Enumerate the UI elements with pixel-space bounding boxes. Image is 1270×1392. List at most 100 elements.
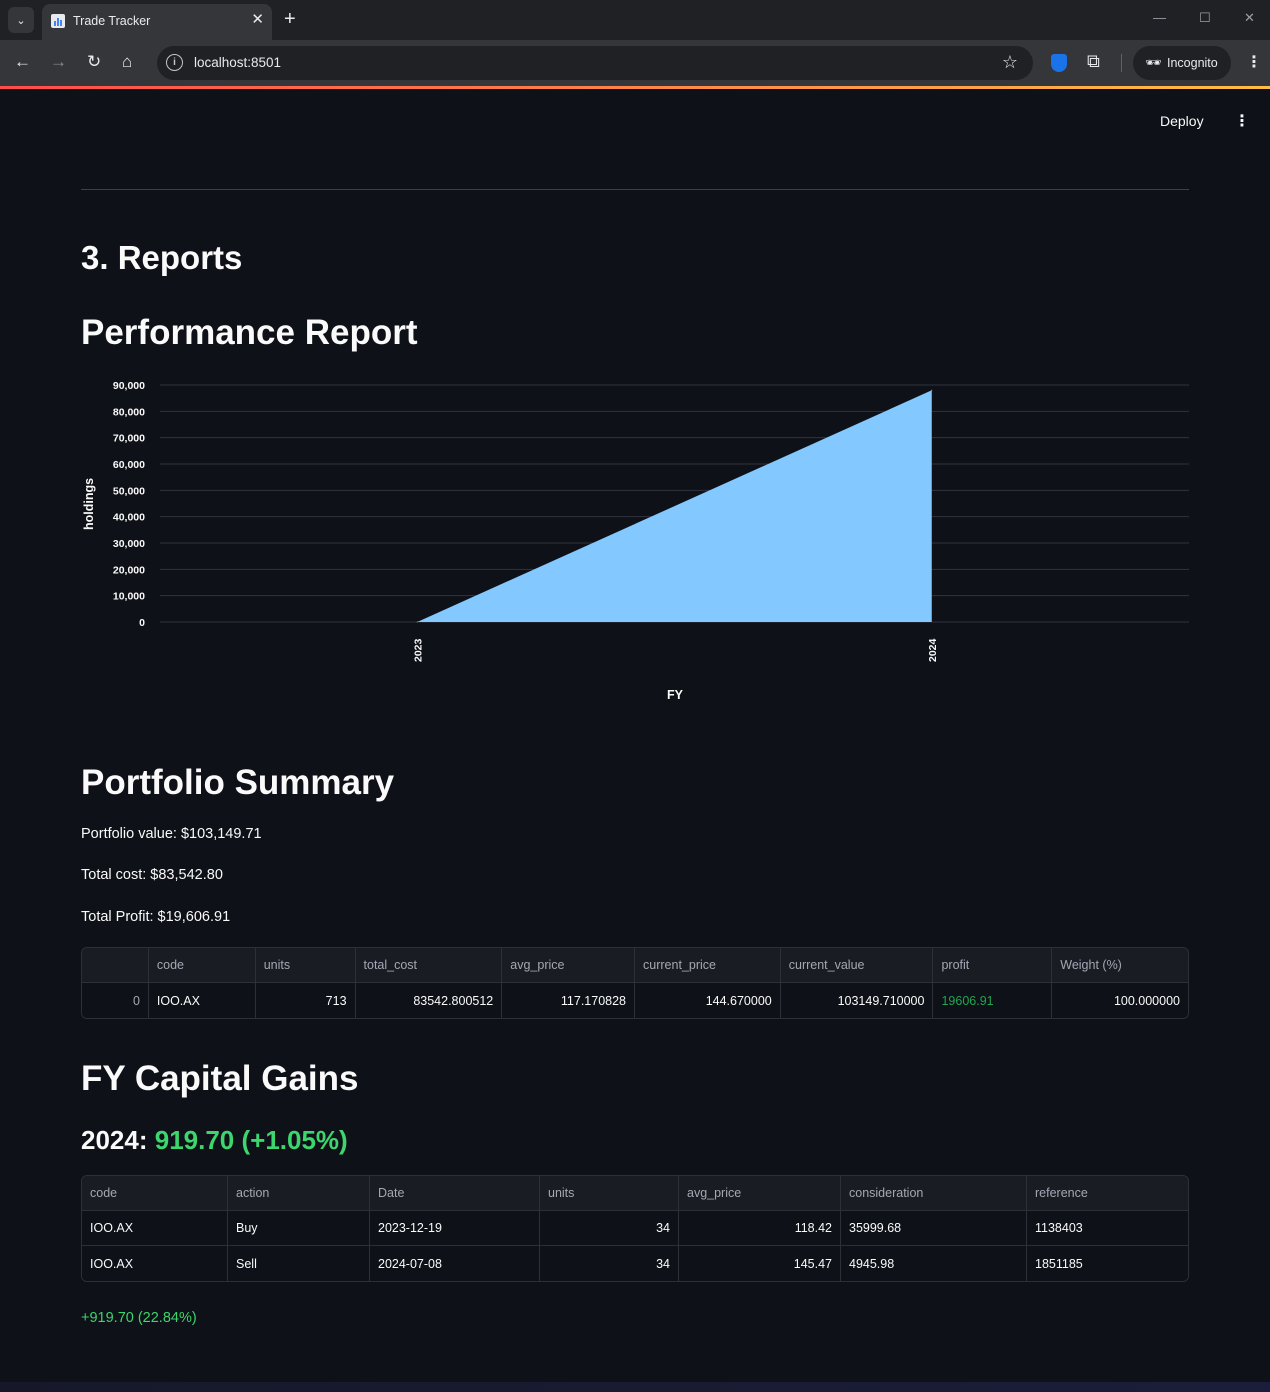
header-total-cost[interactable]: total_cost	[356, 948, 503, 982]
forward-icon[interactable]: →	[50, 53, 67, 71]
close-tab-icon[interactable]: ✕	[251, 12, 264, 28]
performance-chart[interactable]: 0 10,000 20,000 30,000 40,000 50,000 60,000 70,…	[78, 367, 1193, 707]
cell-total-cost[interactable]: 83542.800512	[356, 983, 503, 1018]
cell-avg-price[interactable]: 145.47	[679, 1246, 841, 1281]
cell-units[interactable]: 713	[256, 983, 356, 1018]
cell-code[interactable]: IOO.AX	[82, 1211, 228, 1245]
y-tick-label: 50,000	[113, 485, 145, 497]
extension-shield-icon[interactable]	[1051, 54, 1067, 72]
x-tick-label: 2023	[412, 638, 424, 662]
header-consideration[interactable]: consideration	[841, 1176, 1027, 1210]
header-units[interactable]: units	[256, 948, 356, 982]
close-window-icon[interactable]: ✕	[1244, 10, 1255, 26]
toolbar-separator	[1121, 54, 1122, 72]
cell-profit[interactable]: 19606.91	[933, 983, 1053, 1018]
y-tick-label: 10,000	[113, 591, 145, 603]
y-tick-label: 80,000	[113, 406, 145, 418]
browser-menu-icon[interactable]: ⋮	[1246, 52, 1262, 72]
data-point	[416, 621, 418, 623]
app-menu-icon[interactable]: ⋮	[1234, 111, 1250, 131]
extensions-puzzle-icon[interactable]: ⧉	[1087, 51, 1100, 72]
cell-consideration[interactable]: 35999.68	[841, 1211, 1027, 1245]
total-cost-text: Total cost: $83,542.80	[81, 867, 223, 883]
table-header-row: code units total_cost avg_price current_…	[82, 948, 1188, 983]
maximize-icon[interactable]: ☐	[1199, 10, 1211, 26]
x-axis-label: FY	[667, 688, 684, 702]
incognito-icon: 🕶	[1145, 55, 1162, 70]
cell-date[interactable]: 2024-07-08	[370, 1246, 540, 1281]
capital-gains-table[interactable]: code action Date units avg_price conside…	[81, 1175, 1189, 1282]
fy-label: 2024:	[81, 1125, 148, 1155]
fy-gain-value: 919.70 (+1.05%)	[154, 1125, 348, 1155]
table-row[interactable]: IOO.AX Sell 2024-07-08 34 145.47 4945.98…	[82, 1246, 1188, 1281]
area-series	[417, 390, 932, 622]
fy-capital-gains-heading: FY Capital Gains	[81, 1059, 359, 1098]
reload-icon[interactable]: ↻	[87, 53, 101, 71]
header-avg-price[interactable]: avg_price	[679, 1176, 841, 1210]
back-icon[interactable]: ←	[14, 53, 31, 71]
y-tick-label: 20,000	[113, 564, 145, 576]
incognito-label: Incognito	[1167, 56, 1218, 70]
header-action[interactable]: action	[228, 1176, 370, 1210]
portfolio-value-text: Portfolio value: $103,149.71	[81, 826, 262, 842]
cell-code[interactable]: IOO.AX	[149, 983, 256, 1018]
cell-avg-price[interactable]: 117.170828	[502, 983, 636, 1018]
cell-avg-price[interactable]: 118.42	[679, 1211, 841, 1245]
y-tick-label: 40,000	[113, 512, 145, 524]
home-icon[interactable]: ⌂	[122, 53, 132, 71]
header-weight[interactable]: Weight (%)	[1052, 948, 1188, 982]
performance-chart-svg: 0 10,000 20,000 30,000 40,000 50,000 60,000 70,…	[82, 380, 1189, 702]
header-code[interactable]: code	[149, 948, 256, 982]
cell-action[interactable]: Sell	[228, 1246, 370, 1281]
cell-action[interactable]: Buy	[228, 1211, 370, 1245]
total-profit-text: Total Profit: $19,606.91	[81, 909, 231, 925]
browser-tab-bar: ⌄ Trade Tracker ✕ + — ☐ ✕	[0, 0, 1270, 40]
y-tick-label: 60,000	[113, 459, 145, 471]
cell-consideration[interactable]: 4945.98	[841, 1246, 1027, 1281]
header-profit[interactable]: profit	[933, 948, 1053, 982]
portfolio-table[interactable]: code units total_cost avg_price current_…	[81, 947, 1189, 1019]
cell-units[interactable]: 34	[540, 1246, 679, 1281]
deploy-button[interactable]: Deploy	[1160, 113, 1204, 129]
cell-weight[interactable]: 100.000000	[1052, 983, 1188, 1018]
table-header-row: code action Date units avg_price conside…	[82, 1176, 1188, 1211]
new-tab-icon[interactable]: +	[284, 8, 296, 30]
browser-tab[interactable]: Trade Tracker ✕	[42, 4, 272, 40]
address-bar[interactable]: i localhost:8501 ☆	[157, 46, 1033, 80]
header-code[interactable]: code	[82, 1176, 228, 1210]
section-title: 3. Reports	[81, 239, 243, 276]
y-tick-label: 70,000	[113, 433, 145, 445]
x-tick-label: 2024	[927, 638, 939, 662]
browser-toolbar: ← → ↻ ⌂ i localhost:8501 ☆ ⧉ 🕶 Incognito…	[0, 40, 1270, 86]
incognito-badge[interactable]: 🕶 Incognito	[1133, 46, 1231, 80]
header-current-value[interactable]: current_value	[781, 948, 934, 982]
tab-search-chevron-icon[interactable]: ⌄	[8, 7, 34, 33]
url-text[interactable]: localhost:8501	[194, 55, 281, 70]
cell-current-price[interactable]: 144.670000	[635, 983, 781, 1018]
cell-index[interactable]: 0	[82, 983, 149, 1018]
header-units[interactable]: units	[540, 1176, 679, 1210]
portfolio-summary-heading: Portfolio Summary	[81, 763, 395, 802]
table-row[interactable]: IOO.AX Buy 2023-12-19 34 118.42 35999.68…	[82, 1211, 1188, 1246]
cell-reference[interactable]: 1851185	[1027, 1246, 1188, 1281]
performance-report-heading: Performance Report	[81, 313, 418, 352]
minimize-icon[interactable]: —	[1153, 10, 1166, 25]
data-point	[931, 389, 933, 391]
app-main: Deploy ⋮ 3. Reports Performance Report 0…	[0, 89, 1270, 1392]
cell-current-value[interactable]: 103149.710000	[781, 983, 934, 1018]
header-reference[interactable]: reference	[1027, 1176, 1188, 1210]
cell-date[interactable]: 2023-12-19	[370, 1211, 540, 1245]
header-index[interactable]	[82, 948, 149, 982]
table-row[interactable]: 0 IOO.AX 713 83542.800512 117.170828 144…	[82, 983, 1188, 1018]
cell-reference[interactable]: 1138403	[1027, 1211, 1188, 1245]
chart-favicon-icon	[51, 14, 65, 28]
site-info-icon[interactable]: i	[166, 54, 183, 71]
header-current-price[interactable]: current_price	[635, 948, 781, 982]
cell-code[interactable]: IOO.AX	[82, 1246, 228, 1281]
header-date[interactable]: Date	[370, 1176, 540, 1210]
header-avg-price[interactable]: avg_price	[502, 948, 636, 982]
cell-units[interactable]: 34	[540, 1211, 679, 1245]
fy-gain-heading: 2024: 919.70 (+1.05%)	[81, 1125, 348, 1156]
y-tick-label: 0	[139, 617, 145, 629]
bookmark-star-icon[interactable]: ☆	[1002, 52, 1018, 73]
